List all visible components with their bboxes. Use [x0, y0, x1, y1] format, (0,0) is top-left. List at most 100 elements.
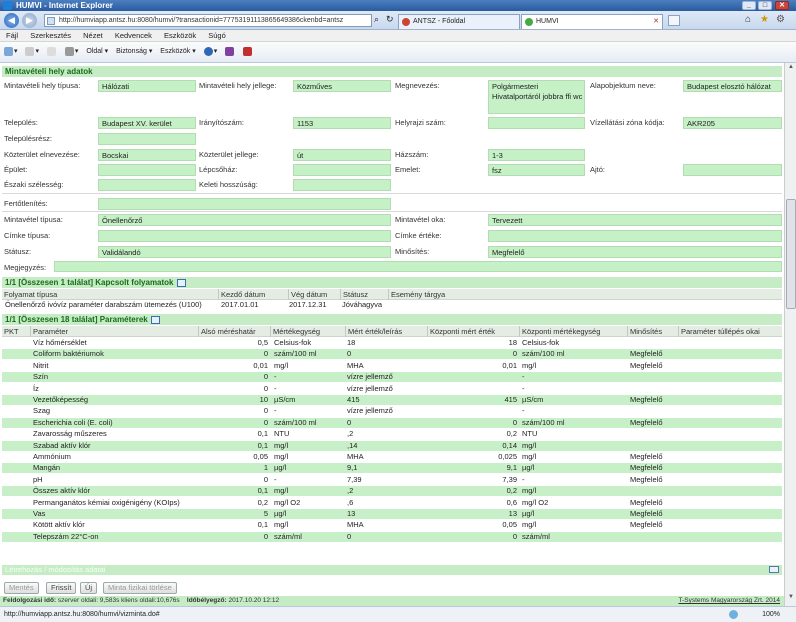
audit-bar[interactable]: Létrehozás / módosítás adatai — [2, 565, 782, 575]
help-button[interactable]: ▾ — [203, 42, 217, 62]
col-tullepes[interactable]: Paraméter túllépés okai — [678, 326, 782, 337]
field-lepcsohaz[interactable] — [293, 164, 391, 176]
table-row[interactable]: Zavarosság műszeres 0,1 NTU ,2 0,2 NTU — [2, 429, 782, 439]
field-telepulesresz[interactable] — [98, 133, 196, 145]
table-row[interactable]: Nitrit 0,01 mg/l MHA 0,01 mg/l Megfelelő — [2, 361, 782, 371]
field-statusz[interactable]: Validálandó — [98, 246, 391, 258]
scroll-down-icon[interactable]: ▼ — [786, 594, 796, 604]
save-button[interactable]: Mentés — [4, 582, 39, 594]
menu-tools[interactable]: Eszközök — [164, 31, 196, 40]
table-row[interactable]: Szín 0- vízre jellemző - — [2, 372, 782, 382]
feeds-button[interactable]: ▾ — [25, 42, 39, 62]
new-tab-button[interactable] — [668, 15, 680, 26]
col-statusz[interactable]: Státusz — [340, 289, 388, 300]
field-keleti[interactable] — [293, 179, 391, 191]
menu-edit[interactable]: Szerkesztés — [30, 31, 71, 40]
table-row[interactable]: Önellenőrző ivóvíz paraméter darabszám ü… — [2, 300, 782, 310]
col-mert-ertek[interactable]: Mért érték/leírás — [345, 326, 427, 337]
favorites-icon[interactable]: ★ — [760, 14, 769, 25]
table-row[interactable]: Telepszám 22°C-on 0 szám/ml 0 0 szám/ml — [2, 532, 782, 542]
table-row[interactable]: Permanganátos kémiai oxigénigény (KOIps)… — [2, 498, 782, 508]
table-row[interactable]: Víz hőmérséklet 0,5 Celsius-fok 18 18 Celsius… — [2, 338, 782, 348]
field-ajto[interactable] — [683, 164, 782, 176]
table-row[interactable]: Vas 5 µg/l 13 13 µg/l Megfelelő — [2, 509, 782, 519]
table-row[interactable]: Vezetőképesség 10 µS/cm 415 415 µS/cm Megfelel… — [2, 395, 782, 405]
field-minosites[interactable]: Megfelelő — [488, 246, 782, 258]
tools-menu-button[interactable]: Eszközök ▾ — [160, 42, 195, 62]
field-alapobjektum[interactable]: Budapest elosztó hálózat — [683, 80, 782, 92]
search-icon[interactable]: ⌕ — [374, 14, 379, 25]
refresh-icon[interactable]: ↻ — [386, 14, 394, 25]
table-row[interactable]: Szag 0- vízre jellemző - — [2, 406, 782, 416]
col-pkt[interactable]: PKT — [2, 326, 30, 337]
forward-icon[interactable]: ▶ — [22, 13, 37, 28]
addon-button-2[interactable] — [243, 42, 253, 62]
gear-icon[interactable]: ⚙ — [776, 14, 785, 25]
table-row[interactable]: Kötött aktív klór 0,1 mg/l MHA 0,05 mg/l Megfe… — [2, 520, 782, 530]
corp-link[interactable]: T-Systems Magyarország Zrt. 2014 — [678, 596, 780, 606]
col-parameter[interactable]: Paraméter — [30, 326, 198, 337]
expand-icon[interactable] — [769, 566, 779, 573]
tab-humvi[interactable]: HUMVI ✕ — [521, 14, 663, 29]
field-helyrajzi[interactable] — [488, 117, 585, 129]
col-kozponti-mertekegyseg[interactable]: Központi mértékegység — [519, 326, 627, 337]
home-icon[interactable]: ⌂ — [745, 14, 751, 25]
field-mintavetel-tipusa[interactable]: Önellenőrző — [98, 214, 391, 226]
col-kozponti-mert[interactable]: Központi mért érték — [427, 326, 519, 337]
delete-sample-button[interactable]: Minta fizikai törlése — [103, 582, 177, 594]
col-veg-datum[interactable]: Vég dátum — [288, 289, 340, 300]
new-button[interactable]: Új — [80, 582, 98, 594]
print-button[interactable]: ▾ — [64, 42, 78, 62]
safety-menu-button[interactable]: Biztonság ▾ — [116, 42, 152, 62]
field-kozterulet[interactable]: Bocskai — [98, 149, 196, 161]
minimize-button[interactable]: _ — [742, 1, 756, 10]
tab-close-icon[interactable]: ✕ — [653, 15, 659, 29]
field-cimke-tipusa[interactable] — [98, 230, 391, 242]
col-folyamat-tipusa[interactable]: Folyamat típusa — [2, 289, 217, 300]
collapse-icon[interactable] — [150, 315, 160, 324]
field-iranyitoszam[interactable]: 1153 — [293, 117, 391, 129]
field-hazszam[interactable]: 1-3 — [488, 149, 585, 161]
col-mertekegyseg[interactable]: Mértékegység — [270, 326, 345, 337]
col-also-meresh[interactable]: Alsó méréshatár — [198, 326, 270, 337]
field-jelleg[interactable]: Közműves — [293, 80, 391, 92]
field-eszaki[interactable] — [98, 179, 196, 191]
table-row[interactable]: Íz 0- vízre jellemző - — [2, 384, 782, 394]
zoom-level[interactable]: 100% — [762, 607, 780, 622]
col-esemeny-targya[interactable]: Esemény tárgya — [388, 289, 468, 300]
security-zone-icon[interactable] — [729, 610, 738, 619]
table-row[interactable]: Szabad aktív klór 0,1 mg/l ,14 0,14 mg/l — [2, 441, 782, 451]
field-cimke-erteke[interactable] — [488, 230, 782, 242]
field-megnevezes[interactable]: Polgármesteri Hivatalportáról jobbra ffi… — [488, 80, 585, 114]
refresh-button[interactable]: Frissít — [46, 582, 77, 594]
table-row[interactable]: Mangán 1 µg/l 9,1 9,1 µg/l Megfelelő — [2, 463, 782, 473]
col-minosites[interactable]: Minősítés — [627, 326, 678, 337]
back-icon[interactable]: ◀ — [4, 13, 19, 28]
vertical-scrollbar[interactable]: ▲ ▼ — [784, 63, 796, 606]
table-row[interactable]: Ammónium 0,05 mg/l MHA 0,025 mg/l Megfelelő — [2, 452, 782, 462]
field-epulet[interactable] — [98, 164, 196, 176]
menu-help[interactable]: Súgó — [208, 31, 226, 40]
table-row[interactable]: Escherichia coli (E. coli) 0 szám/100 ml 0 0… — [2, 418, 782, 428]
mail-button[interactable] — [46, 42, 57, 62]
table-row[interactable]: pH 0-7,39 7,39- Megfelelő — [2, 475, 782, 485]
table-row[interactable]: Coliform baktériumok 0 szám/100 ml 0 0 szám/1… — [2, 349, 782, 359]
collapse-icon[interactable] — [176, 278, 186, 287]
scroll-up-icon[interactable]: ▲ — [786, 64, 796, 74]
page-menu-button[interactable]: Oldal ▾ — [86, 42, 108, 62]
field-tipus[interactable]: Hálózati — [98, 80, 196, 92]
col-kezdo-datum[interactable]: Kezdő dátum — [218, 289, 288, 300]
table-row[interactable]: Összes aktív klór 0,1 mg/l ,2 0,2 mg/l — [2, 486, 782, 496]
tab-antsz[interactable]: ANTSZ - Főoldal — [398, 14, 520, 29]
url-input[interactable]: http://humviapp.antsz.hu:8080/humvi/?tra… — [44, 14, 372, 27]
field-kozterulet-jelleg[interactable]: út — [293, 149, 391, 161]
field-fertotlenites[interactable] — [98, 198, 391, 210]
field-emelet[interactable]: fsz — [488, 164, 585, 176]
menu-favorites[interactable]: Kedvencek — [115, 31, 152, 40]
scroll-thumb[interactable] — [786, 199, 796, 309]
addon-button-1[interactable] — [225, 42, 235, 62]
close-button[interactable]: ✕ — [775, 1, 789, 10]
field-mintavetel-oka[interactable]: Tervezett — [488, 214, 782, 226]
menu-file[interactable]: Fájl — [6, 31, 18, 40]
menu-view[interactable]: Nézet — [83, 31, 103, 40]
